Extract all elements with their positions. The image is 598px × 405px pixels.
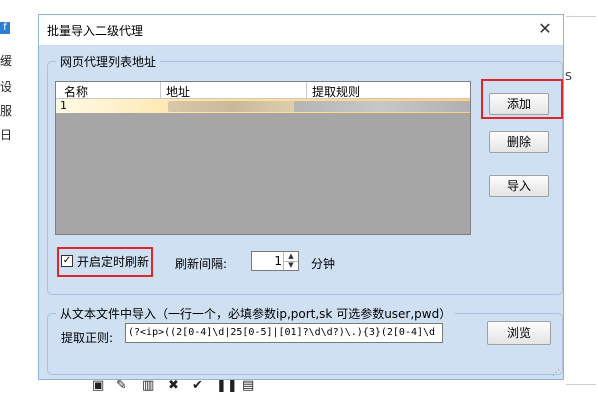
regex-label: 提取正则: xyxy=(61,331,114,345)
list-item-rule xyxy=(294,101,470,112)
interval-unit: 分钟 xyxy=(311,257,336,271)
column-divider[interactable] xyxy=(306,82,307,98)
pause-icon[interactable]: ❚❚ xyxy=(216,378,238,393)
list-item-name: 1 xyxy=(60,99,67,112)
stepper-buttons: ▲ ▼ xyxy=(283,252,298,270)
delete-button[interactable]: 删除 xyxy=(489,131,549,153)
file-import-legend: 从文本文件中导入（一行一个，必填参数ip,port,sk 可选参数user,pw… xyxy=(56,305,456,322)
trash-icon[interactable]: ▥ xyxy=(142,378,154,393)
close-icon[interactable]: ✖ xyxy=(168,378,179,393)
interval-label: 刷新间隔: xyxy=(175,257,228,271)
browse-button[interactable]: 浏览 xyxy=(487,321,551,345)
background-tab[interactable]: f xyxy=(0,22,10,34)
dialog-titlebar[interactable]: 批量导入二级代理 ✕ xyxy=(39,15,563,46)
background-sidebar-char: 服 xyxy=(0,104,13,118)
list-item-address xyxy=(168,101,300,112)
proxy-list-legend: 网页代理列表地址 xyxy=(56,53,161,70)
check-icon[interactable]: ✔ xyxy=(192,378,203,393)
background-sidebar: f 缓 设 服 日 xyxy=(0,0,38,405)
column-divider[interactable] xyxy=(160,82,161,98)
document-icon[interactable]: ▤ xyxy=(242,378,254,393)
background-sidebar-char: 日 xyxy=(0,128,13,142)
proxy-list-view[interactable]: 名称 地址 提取规则 1 xyxy=(55,81,471,235)
timer-label[interactable]: 开启定时刷新 xyxy=(77,253,149,270)
stepper-down-icon[interactable]: ▼ xyxy=(284,261,298,270)
resize-grip-icon[interactable]: ⋰ xyxy=(552,368,560,377)
background-divider xyxy=(566,384,596,385)
add-button[interactable]: 添加 xyxy=(489,93,549,115)
import-button[interactable]: 导入 xyxy=(489,175,549,197)
interval-stepper[interactable]: 1 ▲ ▼ xyxy=(251,251,299,271)
interval-value[interactable]: 1 xyxy=(274,254,282,268)
column-header-address[interactable]: 地址 xyxy=(166,83,190,100)
background-sidebar-char: 设 xyxy=(0,80,13,94)
timer-checkbox[interactable]: ✓ xyxy=(61,255,73,267)
background-toolbar: ▣ ✎ ▥ ✖ ✔ ❚❚ ▤ xyxy=(86,378,286,400)
save-icon[interactable]: ▣ xyxy=(92,378,104,393)
list-header: 名称 地址 提取规则 xyxy=(56,82,470,99)
close-icon[interactable]: ✕ xyxy=(533,18,557,40)
background-sidebar-char: 缓 xyxy=(0,54,13,68)
background-right-label: S xyxy=(565,70,572,83)
pencil-icon[interactable]: ✎ xyxy=(116,378,127,393)
dialog-title: 批量导入二级代理 xyxy=(47,24,144,38)
background-divider xyxy=(566,16,596,17)
column-header-name[interactable]: 名称 xyxy=(64,83,88,100)
column-header-rule[interactable]: 提取规则 xyxy=(312,83,360,100)
regex-input[interactable]: (?<ip>((2[0-4]\d|25[0-5]|[01]?\d\d?)\.){… xyxy=(125,323,443,343)
list-item[interactable]: 1 xyxy=(56,99,470,113)
batch-import-dialog: 批量导入二级代理 ✕ 网页代理列表地址 名称 地址 提取规则 1 添加 删除 导… xyxy=(38,14,564,380)
